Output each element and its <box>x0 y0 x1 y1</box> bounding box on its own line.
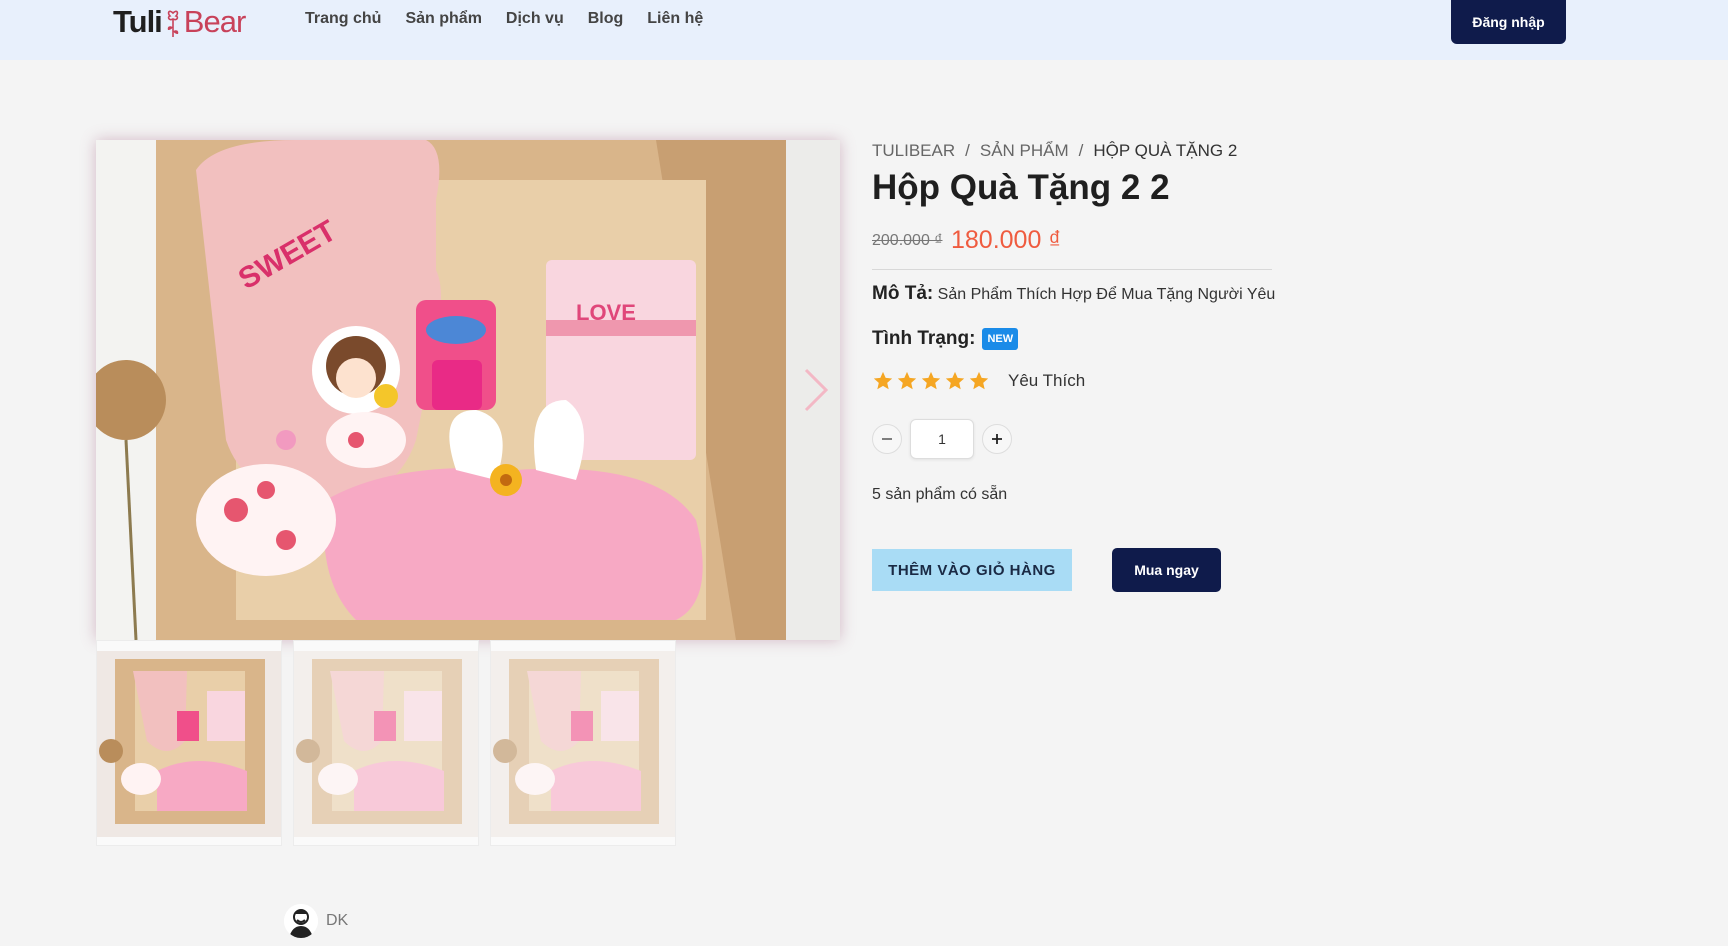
nav-link-services[interactable]: Dịch vụ <box>506 10 564 28</box>
logo-text-tuli: Tuli <box>113 4 163 39</box>
breadcrumb: TULIBEAR / SẢN PHẨM / HỘP QUÀ TẶNG 2 <box>872 141 1237 161</box>
increase-quantity-button[interactable] <box>982 424 1012 454</box>
sale-price: 180.000 ₫ <box>951 226 1062 254</box>
svg-text:LOVE: LOVE <box>576 300 636 325</box>
thumbnail-3[interactable] <box>490 640 676 846</box>
thumbnail-strip <box>96 640 676 846</box>
star-icon <box>873 371 893 390</box>
decrease-quantity-button[interactable] <box>872 424 902 454</box>
nav-link-blog[interactable]: Blog <box>588 10 624 28</box>
plus-icon <box>992 434 1002 444</box>
old-price: 200.000 ₫ <box>872 232 943 249</box>
quantity-stepper <box>872 419 1012 459</box>
main-nav: Trang chủ Sản phẩm Dịch vụ Blog Liên hệ <box>305 10 703 28</box>
product-description: Mô Tả: Sản Phẩm Thích Hợp Để Mua Tặng Ng… <box>872 283 1275 305</box>
rating-stars <box>872 370 990 392</box>
avatar <box>284 904 318 938</box>
flower-icon <box>167 10 179 37</box>
login-button[interactable]: Đăng nhập <box>1451 0 1566 44</box>
next-image-arrow-icon[interactable] <box>800 366 830 414</box>
thumbnail-2[interactable] <box>293 640 479 846</box>
gift-box-photo: SWEET LOVE <box>96 140 840 640</box>
nav-link-products[interactable]: Sản phẩm <box>405 10 481 28</box>
divider <box>872 269 1272 270</box>
minus-icon <box>882 438 892 440</box>
nav-link-contact[interactable]: Liên hệ <box>647 10 703 28</box>
product-rating: Yêu Thích <box>872 370 1085 392</box>
nav-link-home[interactable]: Trang chủ <box>305 10 381 28</box>
buy-now-button[interactable]: Mua ngay <box>1112 548 1221 592</box>
site-header: Tuli Bear Trang chủ Sản phẩm Dịch vụ Blo… <box>0 0 1728 60</box>
product-main-image[interactable]: SWEET LOVE <box>96 140 840 640</box>
description-text: Sản Phẩm Thích Hợp Để Mua Tặng Người Yêu <box>937 286 1276 303</box>
breadcrumb-current: HỘP QUÀ TẶNG 2 <box>1093 141 1238 160</box>
breadcrumb-products[interactable]: SẢN PHẨM <box>980 141 1069 161</box>
author-name: DK <box>326 912 349 929</box>
add-to-cart-button[interactable]: THÊM VÀO GIỎ HÀNG <box>872 549 1072 591</box>
product-status: Tình Trạng: NEW <box>872 328 1019 350</box>
product-title: Hộp Quà Tặng 2 2 <box>872 168 1170 207</box>
breadcrumb-separator: / <box>1078 141 1084 160</box>
stock-availability: 5 sản phẩm có sẵn <box>872 486 1008 503</box>
author[interactable]: DK <box>284 904 348 938</box>
status-badge: NEW <box>982 328 1019 350</box>
rating-label: Yêu Thích <box>1008 371 1086 390</box>
logo-text-bear: Bear <box>183 4 246 39</box>
logo[interactable]: Tuli Bear <box>113 2 246 42</box>
breadcrumb-separator: / <box>965 141 970 160</box>
avatar-icon <box>284 904 318 938</box>
breadcrumb-home[interactable]: TULIBEAR <box>872 141 955 161</box>
thumbnail-1[interactable] <box>96 640 282 846</box>
status-label: Tình Trạng: <box>872 328 976 349</box>
star-icon <box>921 371 941 390</box>
star-icon <box>945 371 965 390</box>
star-icon <box>897 371 917 390</box>
description-label: Mô Tả: <box>872 283 934 304</box>
quantity-input[interactable] <box>910 419 974 459</box>
star-icon <box>969 371 989 390</box>
